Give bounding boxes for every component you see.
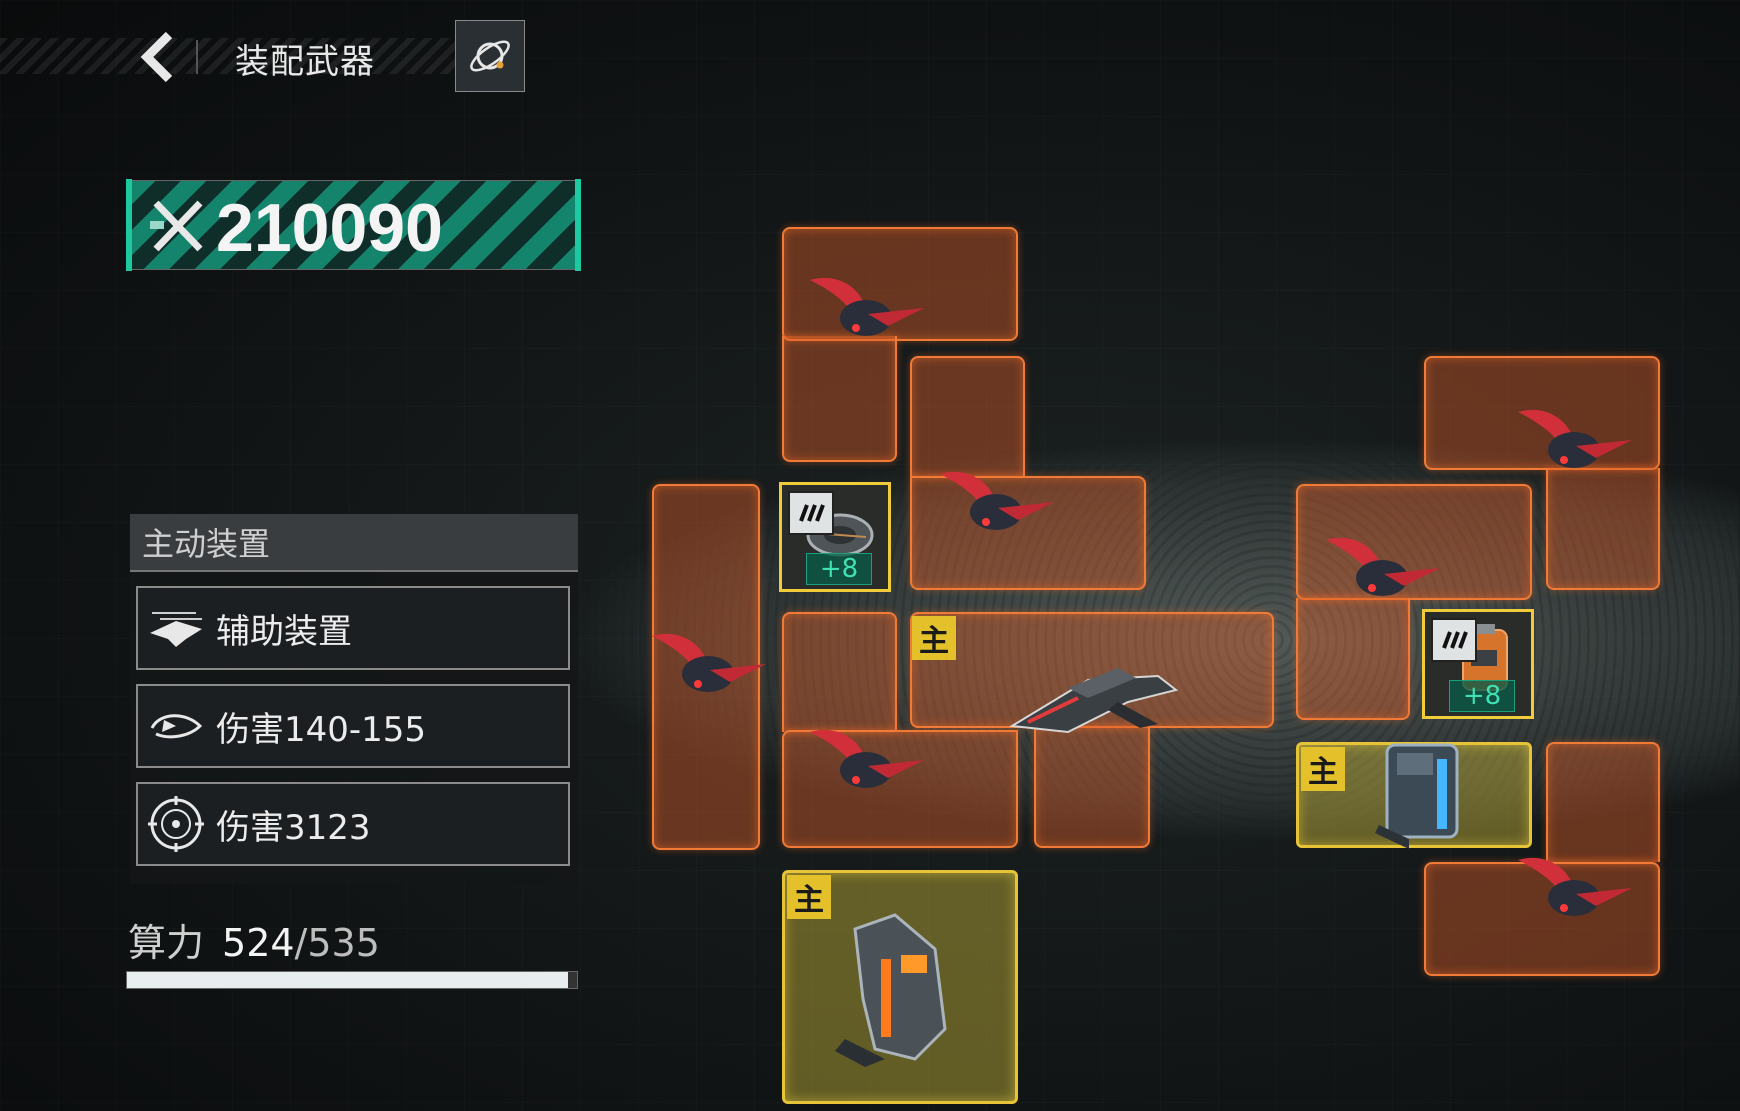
device-row-label: 伤害140-155 — [216, 709, 427, 750]
compute-progress-bar — [126, 971, 578, 989]
module-level: +8 — [1449, 680, 1515, 712]
swirl-damage-icon — [144, 694, 208, 758]
equipment-slot[interactable] — [782, 612, 897, 732]
device-row-label: 伤害3123 — [216, 807, 371, 848]
installed-module[interactable]: +8 — [1422, 609, 1534, 719]
device-row-aux[interactable]: 辅助装置 — [136, 586, 570, 670]
active-device-panel: 主动装置 辅助装置 伤害140-155 伤害3123 — [130, 514, 578, 884]
compute-title: 算力 — [128, 921, 205, 965]
upgrade-badge — [788, 491, 834, 535]
drone-icon — [810, 277, 924, 336]
combat-power-value: 210090 — [216, 190, 443, 266]
header-divider — [196, 40, 198, 74]
compute-used: 524 — [222, 921, 295, 965]
back-button[interactable] — [128, 26, 188, 88]
main-tag: 主 — [912, 616, 956, 660]
slash-rank-icon — [799, 504, 825, 522]
equipment-slot[interactable] — [1296, 598, 1410, 720]
aux-device-icon — [144, 596, 208, 660]
module-level: +8 — [806, 553, 872, 585]
equipment-slot[interactable] — [1546, 468, 1660, 590]
target-damage-icon — [144, 792, 208, 856]
equipment-slot[interactable] — [782, 336, 897, 462]
crossed-swords-icon — [150, 200, 203, 252]
cannon-icon — [835, 913, 947, 1067]
equipment-slot[interactable] — [910, 356, 1025, 476]
compute-progress-fill — [127, 972, 568, 988]
drone-icon — [1518, 409, 1632, 468]
drone-icon — [940, 471, 1054, 530]
planet-button[interactable] — [455, 20, 525, 92]
main-weapon-slot[interactable]: 主 — [1296, 742, 1532, 849]
planet-icon — [470, 40, 510, 72]
installed-module[interactable]: +8 — [779, 482, 891, 592]
drone-icon — [1326, 537, 1440, 596]
page-title: 装配武器 — [235, 42, 375, 82]
device-row-damage-range[interactable]: 伤害140-155 — [136, 684, 570, 768]
drone-icon — [810, 729, 924, 788]
fighter-ship-icon — [1008, 668, 1178, 734]
device-row-damage[interactable]: 伤害3123 — [136, 782, 570, 866]
main-weapon-slot[interactable]: 主 — [782, 870, 1018, 1104]
slash-rank-icon — [1442, 631, 1468, 649]
active-device-title: 主动装置 — [130, 514, 578, 572]
equipment-slot[interactable] — [1034, 726, 1150, 848]
main-tag: 主 — [1301, 747, 1345, 791]
upgrade-badge — [1431, 618, 1477, 662]
device-row-label: 辅助装置 — [216, 611, 352, 652]
compute-total: 535 — [307, 921, 380, 965]
compute-separator: / — [294, 921, 308, 965]
equipment-slot[interactable] — [1546, 742, 1660, 862]
header-stripes — [0, 38, 455, 74]
shield-generator-icon — [1375, 743, 1459, 849]
chevron-left-icon — [140, 31, 173, 83]
combat-power-box: 210090 — [126, 179, 581, 271]
drone-icon — [652, 633, 766, 692]
compute-label: 算力 524/535 — [128, 912, 380, 967]
drone-icon — [1518, 857, 1632, 916]
